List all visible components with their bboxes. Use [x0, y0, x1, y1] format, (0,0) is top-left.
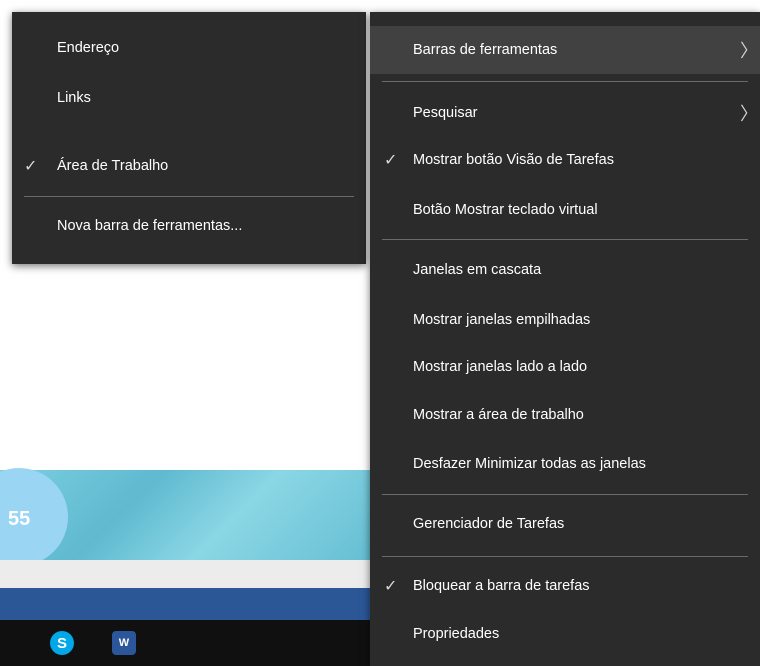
- menu-item-label: Mostrar janelas empilhadas: [413, 312, 591, 328]
- toolbars-submenu: Endereço Links ✓ Área de Trabalho Nova b…: [12, 12, 366, 264]
- skype-icon[interactable]: S: [50, 631, 74, 655]
- menu-item-visao-de-tarefas[interactable]: ✓ Mostrar botão Visão de Tarefas: [370, 138, 760, 182]
- menu-item-barras-de-ferramentas[interactable]: Barras de ferramentas 〉: [370, 26, 760, 74]
- menu-item-label: Gerenciador de Tarefas: [413, 516, 565, 532]
- menu-separator: [24, 196, 354, 197]
- webpage-strip: [0, 560, 380, 588]
- menu-item-label: Bloquear a barra de tarefas: [413, 578, 590, 594]
- menu-separator: [382, 494, 748, 495]
- menu-item-desfazer-minimizar[interactable]: Desfazer Minimizar todas as janelas: [370, 442, 760, 486]
- taskbar-context-menu: Barras de ferramentas 〉 Pesquisar 〉 ✓ Mo…: [370, 12, 760, 666]
- menu-item-lado-a-lado[interactable]: Mostrar janelas lado a lado: [370, 345, 760, 389]
- menu-item-bloquear[interactable]: ✓ Bloquear a barra de tarefas: [370, 564, 760, 608]
- menu-item-propriedades[interactable]: Propriedades: [370, 612, 760, 656]
- menu-item-teclado-virtual[interactable]: Botão Mostrar teclado virtual: [370, 188, 760, 232]
- menu-item-endereco[interactable]: Endereço: [12, 26, 366, 70]
- checkmark-icon: ✓: [384, 578, 398, 595]
- webpage-blue-bar: [0, 588, 380, 620]
- menu-item-label: Links: [57, 90, 91, 106]
- menu-separator: [382, 556, 748, 557]
- chevron-right-icon: 〉: [740, 41, 758, 61]
- menu-separator: [382, 239, 748, 240]
- menu-item-cascata[interactable]: Janelas em cascata: [370, 248, 760, 292]
- menu-item-empilhadas[interactable]: Mostrar janelas empilhadas: [370, 298, 760, 342]
- menu-separator: [382, 81, 748, 82]
- checkmark-icon: ✓: [24, 158, 38, 175]
- menu-item-label: Pesquisar: [413, 105, 478, 121]
- chevron-right-icon: 〉: [740, 104, 758, 124]
- word-icon[interactable]: W: [112, 631, 136, 655]
- menu-item-label: Endereço: [57, 40, 120, 56]
- menu-item-label: Mostrar botão Visão de Tarefas: [413, 152, 614, 168]
- menu-item-nova-barra[interactable]: Nova barra de ferramentas...: [12, 204, 366, 248]
- menu-item-label: Área de Trabalho: [57, 158, 169, 174]
- menu-item-links[interactable]: Links: [12, 76, 366, 120]
- menu-item-label: Desfazer Minimizar todas as janelas: [413, 456, 646, 472]
- menu-item-gerenciador[interactable]: Gerenciador de Tarefas: [370, 502, 760, 546]
- menu-item-label: Botão Mostrar teclado virtual: [413, 202, 598, 218]
- menu-item-label: Mostrar a área de trabalho: [413, 407, 584, 423]
- menu-item-label: Mostrar janelas lado a lado: [413, 359, 588, 375]
- menu-item-label: Janelas em cascata: [413, 262, 542, 278]
- menu-item-label: Barras de ferramentas: [413, 42, 558, 58]
- menu-item-area-de-trabalho[interactable]: ✓ Área de Trabalho: [12, 144, 366, 188]
- menu-item-pesquisar[interactable]: Pesquisar 〉: [370, 91, 760, 135]
- webpage-badge-text: 55: [8, 508, 31, 530]
- menu-item-label: Nova barra de ferramentas...: [57, 218, 243, 234]
- checkmark-icon: ✓: [384, 152, 398, 169]
- menu-item-area-de-trabalho[interactable]: Mostrar a área de trabalho: [370, 393, 760, 437]
- menu-item-label: Propriedades: [413, 626, 500, 642]
